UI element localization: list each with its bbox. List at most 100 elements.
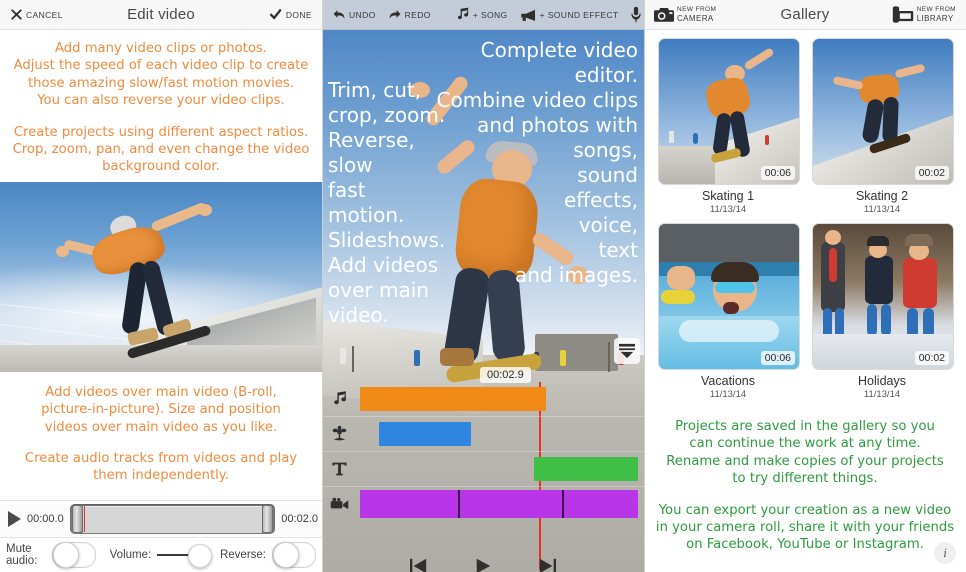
project-row: 00:06 Vacations 11/13/14 00:02 Holidays …: [650, 223, 960, 400]
undo-arrow-icon: [333, 10, 345, 19]
project-date: 11/13/14: [863, 389, 901, 400]
trim-handle-right[interactable]: [262, 505, 274, 533]
panel-divider: [322, 0, 323, 572]
reverse-label: Reverse:: [219, 549, 266, 561]
clip-split-marker: [458, 490, 460, 518]
timeline-clip-music[interactable]: [360, 387, 546, 411]
timeline-clip-sticker[interactable]: [379, 422, 471, 446]
audio-controls-row: Mute audio: Volume: Reverse:: [0, 538, 322, 572]
project-row: 00:06 Skating 1 11/13/14 00:02 Skating 2…: [650, 38, 960, 215]
add-song-button[interactable]: + SONG: [449, 7, 514, 22]
clip-split-marker: [562, 490, 564, 518]
new-from-camera-button[interactable]: NEW FROM CAMERA: [648, 6, 722, 23]
track-stickers[interactable]: [322, 417, 644, 452]
new-from-library-button[interactable]: NEW FROM LIBRARY: [886, 6, 962, 23]
megaphone-icon: [520, 9, 535, 21]
reverse-toggle[interactable]: [272, 542, 316, 568]
cancel-label: CANCEL: [26, 9, 63, 20]
gallery-toolbar: NEW FROM CAMERA Gallery NEW FROM LIBRARY: [644, 0, 966, 30]
project-thumbnail[interactable]: 00:02: [812, 38, 954, 185]
redo-label: REDO: [404, 9, 431, 20]
track-text[interactable]: [322, 452, 644, 487]
redo-arrow-icon: [389, 10, 401, 19]
project-duration: 00:02: [914, 166, 949, 180]
text-icon: [326, 461, 352, 478]
project-date: 11/13/14: [863, 204, 901, 215]
project-duration: 00:02: [914, 351, 949, 365]
project-name: Vacations: [701, 374, 755, 388]
done-label: DONE: [285, 9, 312, 20]
music-note-icon: [326, 391, 352, 408]
trim-playhead: [83, 506, 86, 532]
app-root: CANCEL Edit video DONE Add many video cl…: [0, 0, 966, 572]
film-roll-icon: [892, 6, 913, 23]
microphone-icon: [630, 6, 641, 23]
undo-label: UNDO: [349, 9, 376, 20]
video-canvas[interactable]: Trim, cut, crop, zoom. Reverse, slow fas…: [322, 30, 644, 572]
layers-button[interactable]: [614, 338, 640, 364]
project-thumbnail[interactable]: 00:06: [658, 38, 800, 185]
project-grid: 00:06 Skating 1 11/13/14 00:02 Skating 2…: [644, 30, 966, 400]
project-date: 11/13/14: [709, 204, 747, 215]
project-card-holidays[interactable]: 00:02 Holidays 11/13/14: [812, 223, 954, 400]
add-song-label: + SONG: [472, 9, 508, 20]
project-card-skating-2[interactable]: 00:02 Skating 2 11/13/14: [812, 38, 954, 215]
track-music[interactable]: [322, 382, 644, 417]
skater-hand: [56, 245, 69, 257]
left-feature-text: Add videos over main video (B-roll, pict…: [0, 372, 322, 491]
layers-chevron-icon: [619, 343, 635, 359]
undo-button[interactable]: UNDO: [326, 8, 382, 21]
timeline-clip-text[interactable]: [534, 457, 638, 481]
project-card-vacations[interactable]: 00:06 Vacations 11/13/14: [658, 223, 800, 400]
cancel-button[interactable]: CANCEL: [4, 8, 69, 21]
trim-bar-row: 00:00.0 00:02.0: [0, 500, 322, 538]
info-button[interactable]: i: [934, 542, 956, 564]
checkmark-icon: [269, 8, 282, 20]
gallery-description-text: Projects are saved in the gallery so you…: [644, 408, 966, 560]
redo-button[interactable]: REDO: [382, 8, 437, 21]
project-name: Skating 2: [855, 189, 909, 203]
editor-toolbar: UNDO REDO + SONG + SOUND EFFECT: [322, 0, 644, 30]
left-text-paragraph-4: Create audio tracks from videos and play…: [24, 451, 298, 484]
music-note-icon: [457, 7, 468, 20]
project-name: Holidays: [858, 374, 906, 388]
current-timecode: 00:02.9: [480, 367, 531, 383]
new-from-camera-line2: CAMERA: [677, 13, 714, 23]
left-text-paragraph-2: Create projects using different aspect r…: [12, 124, 310, 175]
skip-back-button[interactable]: [409, 557, 429, 572]
project-thumbnail[interactable]: 00:02: [812, 223, 954, 370]
new-from-library-line2: LIBRARY: [916, 13, 954, 23]
play-button[interactable]: [8, 511, 21, 527]
trim-handle-left[interactable]: [71, 505, 83, 533]
mute-audio-toggle[interactable]: [51, 542, 96, 568]
overlay-text-left: Trim, cut, crop, zoom. Reverse, slow fas…: [328, 78, 446, 327]
project-card-skating-1[interactable]: 00:06 Skating 1 11/13/14: [658, 38, 800, 215]
video-text-overlay: Trim, cut, crop, zoom. Reverse, slow fas…: [322, 30, 644, 360]
done-button[interactable]: DONE: [262, 8, 318, 22]
play-button[interactable]: [473, 557, 493, 572]
sticker-icon: [326, 425, 352, 443]
project-date: 11/13/14: [709, 389, 747, 400]
panel-divider: [644, 0, 645, 572]
left-text-paragraph-1: Add many video clips or photos. Adjust t…: [13, 41, 309, 109]
close-icon: [11, 9, 22, 20]
project-duration: 00:06: [760, 351, 795, 365]
track-video[interactable]: [322, 487, 644, 521]
volume-slider[interactable]: [157, 544, 212, 568]
trim-range: [82, 505, 263, 533]
trim-slider[interactable]: [69, 504, 276, 534]
gallery-panel: NEW FROM CAMERA Gallery NEW FROM LIBRARY: [644, 0, 966, 572]
skip-forward-button[interactable]: [537, 557, 557, 572]
video-preview[interactable]: [0, 181, 322, 372]
trim-start-time: 00:00.0: [27, 513, 64, 525]
add-sound-effect-button[interactable]: + SOUND EFFECT: [514, 8, 625, 22]
camera-icon: [654, 7, 674, 22]
timeline-editor-panel: UNDO REDO + SONG + SOUND EFFECT Trim, cu…: [322, 0, 644, 572]
project-thumbnail[interactable]: 00:06: [658, 223, 800, 370]
mute-audio-label: Mute audio:: [6, 543, 38, 567]
add-voice-button[interactable]: +: [625, 6, 644, 23]
edit-video-panel: CANCEL Edit video DONE Add many video cl…: [0, 0, 322, 572]
skater-hand: [198, 203, 212, 216]
timeline-clip-video[interactable]: [360, 490, 638, 518]
edit-video-toolbar: CANCEL Edit video DONE: [0, 0, 322, 30]
